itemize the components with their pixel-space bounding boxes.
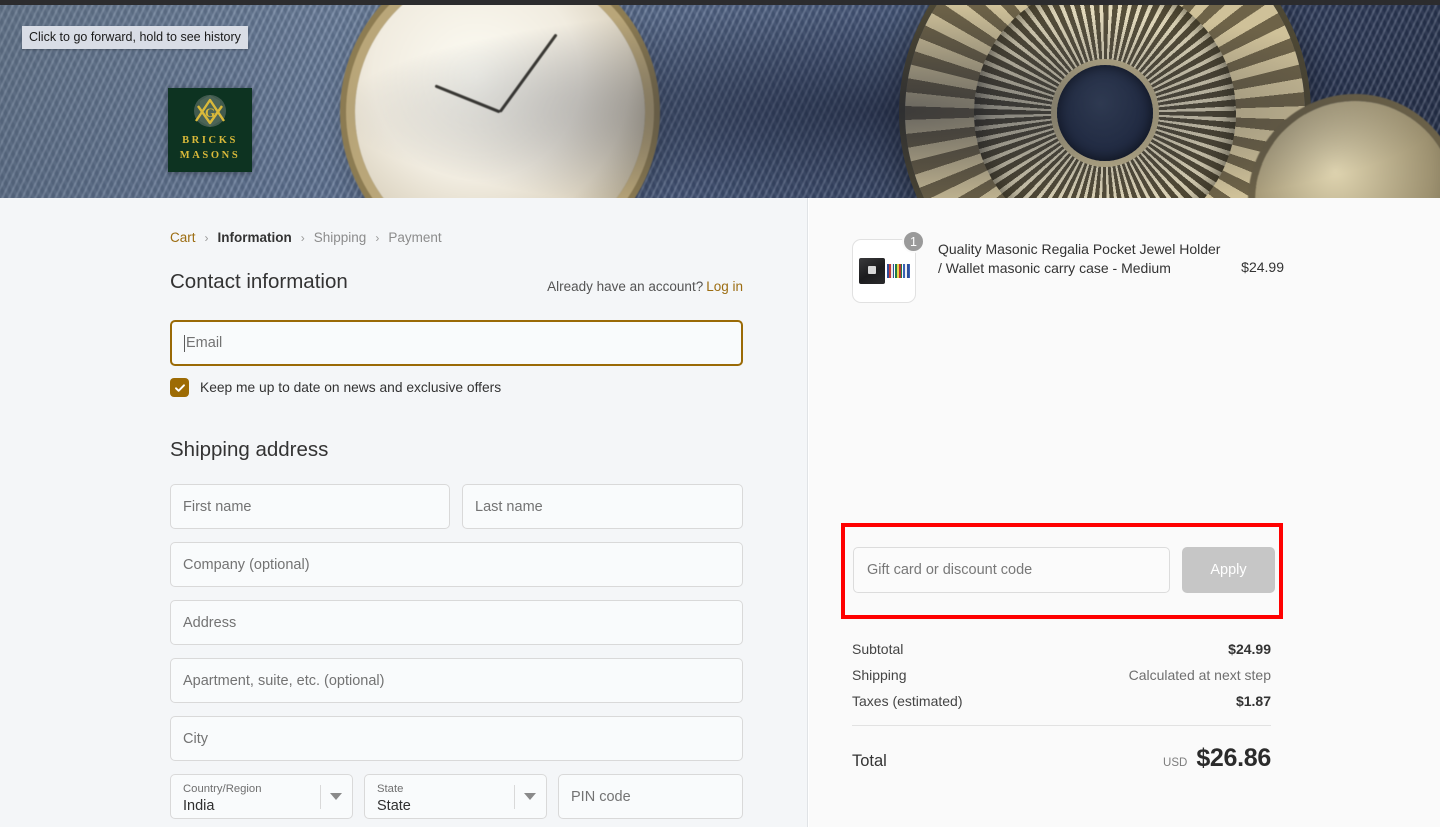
subtotal-label: Subtotal [852, 641, 904, 657]
total-line-shipping: Shipping Calculated at next step [852, 667, 1271, 683]
product-price: $24.99 [1241, 259, 1284, 275]
wallet-case-image [858, 258, 885, 284]
svg-text:G: G [205, 105, 215, 120]
medal-item [894, 264, 902, 278]
select-divider [320, 784, 321, 809]
last-name-input[interactable]: Last name [462, 484, 743, 529]
shipping-address-title: Shipping address [170, 438, 329, 461]
discount-code-input[interactable]: Gift card or discount code [853, 547, 1170, 593]
chevron-down-icon[interactable] [524, 793, 536, 800]
country-region-value: India [183, 798, 215, 814]
company-placeholder: Company (optional) [183, 556, 310, 573]
medal-item [886, 264, 894, 278]
address-input[interactable]: Address [170, 600, 743, 645]
total-currency: USD [1163, 757, 1188, 769]
medals-image [886, 264, 910, 278]
log-in-link[interactable]: Log in [706, 279, 743, 294]
state-label: State [377, 783, 404, 795]
total-amount-group: USD $26.86 [1163, 744, 1271, 773]
masonic-square-compass-icon: G [187, 92, 233, 132]
first-name-input[interactable]: First name [170, 484, 450, 529]
contact-information-title: Contact information [170, 270, 348, 293]
country-region-label: Country/Region [183, 783, 262, 795]
browser-forward-tooltip: Click to go forward, hold to see history [22, 26, 248, 49]
chevron-right-icon: › [204, 230, 209, 245]
breadcrumb-item-shipping: Shipping [313, 230, 367, 245]
postal-code-input[interactable]: PIN code [558, 774, 743, 819]
apartment-placeholder: Apartment, suite, etc. (optional) [183, 672, 385, 689]
logo-text: BRICKS MASONS [180, 133, 241, 163]
email-input[interactable]: Email [170, 320, 743, 366]
first-name-placeholder: First name [183, 498, 252, 515]
product-title: Quality Masonic Regalia Pocket Jewel Hol… [938, 241, 1221, 276]
apartment-input[interactable]: Apartment, suite, etc. (optional) [170, 658, 743, 703]
product-thumbnail-wrap: 1 [852, 230, 925, 303]
store-logo[interactable]: G BRICKS MASONS [168, 88, 252, 172]
taxes-value: $1.87 [1235, 693, 1271, 709]
account-prompt-text: Already have an account? [547, 279, 704, 294]
newsletter-label: Keep me up to date on news and exclusive… [200, 380, 502, 395]
totals-divider [852, 725, 1271, 726]
city-placeholder: City [183, 730, 208, 747]
total-amount: $26.86 [1196, 744, 1271, 772]
discount-code-section: Gift card or discount code Apply [853, 547, 1275, 593]
shipping-value: Calculated at next step [1128, 667, 1271, 683]
chevron-right-icon: › [300, 230, 305, 245]
state-value: State [377, 798, 411, 814]
medal-item [902, 264, 910, 278]
logo-line-1: BRICKS [182, 135, 238, 146]
apply-discount-button[interactable]: Apply [1182, 547, 1275, 593]
breadcrumb: Cart › Information › Shipping › Payment [170, 230, 442, 245]
state-select[interactable]: State State [364, 774, 547, 819]
logo-line-2: MASONS [179, 150, 241, 161]
chevron-down-icon[interactable] [330, 793, 342, 800]
quantity-badge: 1 [902, 230, 925, 253]
contact-section-header: Contact information Already have an acco… [170, 270, 743, 294]
total-label: Total [852, 752, 887, 770]
breadcrumb-item-payment: Payment [388, 230, 442, 245]
subtotal-value: $24.99 [1228, 641, 1271, 657]
checkbox-checked-icon[interactable] [170, 378, 189, 397]
city-input[interactable]: City [170, 716, 743, 761]
last-name-placeholder: Last name [475, 498, 543, 515]
checkout-main: Cart › Information › Shipping › Payment … [0, 198, 1440, 827]
shipping-label: Shipping [852, 667, 907, 683]
postal-code-placeholder: PIN code [571, 788, 631, 805]
chevron-right-icon: › [375, 230, 380, 245]
discount-code-placeholder: Gift card or discount code [867, 562, 1033, 578]
breadcrumb-item-cart[interactable]: Cart [170, 230, 196, 245]
country-select-affordance [320, 784, 342, 809]
order-line-item: 1 Quality Masonic Regalia Pocket Jewel H… [852, 230, 1284, 303]
grand-total-row: Total USD $26.86 [852, 744, 1271, 773]
country-region-select[interactable]: Country/Region India [170, 774, 353, 819]
taxes-label: Taxes (estimated) [852, 693, 963, 709]
select-divider [514, 784, 515, 809]
breadcrumb-item-information[interactable]: Information [218, 230, 292, 245]
checkout-page: Click to go forward, hold to see history… [0, 0, 1440, 827]
address-placeholder: Address [183, 614, 237, 631]
newsletter-opt-in[interactable]: Keep me up to date on news and exclusive… [170, 378, 501, 397]
total-line-taxes: Taxes (estimated) $1.87 [852, 693, 1271, 709]
state-select-affordance [514, 784, 536, 809]
total-line-subtotal: Subtotal $24.99 [852, 641, 1271, 657]
checkout-form-pane: Cart › Information › Shipping › Payment … [0, 198, 808, 827]
text-cursor [184, 334, 185, 352]
email-placeholder: Email [186, 335, 223, 351]
order-totals: Subtotal $24.99 Shipping Calculated at n… [852, 641, 1271, 773]
account-prompt: Already have an account? Log in [547, 279, 743, 294]
company-input[interactable]: Company (optional) [170, 542, 743, 587]
